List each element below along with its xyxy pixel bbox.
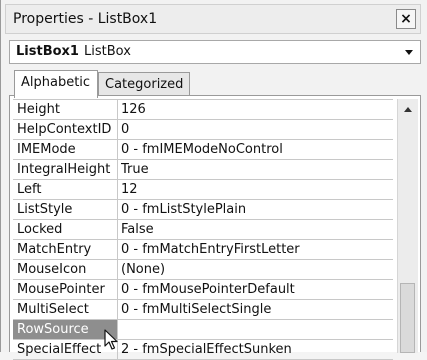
scroll-up-arrow-icon[interactable] [404, 107, 412, 112]
property-grid: Height 126 HelpContextID 0 IMEMode 0 - f… [13, 99, 393, 360]
property-row-helpcontextid[interactable]: HelpContextID 0 [13, 120, 393, 140]
property-value[interactable]: False [121, 220, 393, 239]
object-type: ListBox [84, 44, 131, 59]
property-row-liststyle[interactable]: ListStyle 0 - fmListStylePlain [13, 200, 393, 220]
property-name[interactable]: HelpContextID [13, 120, 118, 139]
property-name[interactable]: Left [13, 180, 118, 199]
property-row-multiselect[interactable]: MultiSelect 0 - fmMultiSelectSingle [13, 300, 393, 320]
object-selector-dropdown[interactable]: ListBox1 ListBox [9, 40, 421, 64]
property-value[interactable]: 0 [121, 120, 393, 139]
close-button[interactable]: × [396, 9, 416, 29]
property-name[interactable]: SpecialEffect [13, 340, 118, 359]
property-row-mousepointer[interactable]: MousePointer 0 - fmMousePointerDefault [13, 280, 393, 300]
property-row-matchentry[interactable]: MatchEntry 0 - fmMatchEntryFirstLetter [13, 240, 393, 260]
property-row-left[interactable]: Left 12 [13, 180, 393, 200]
window-title: Properties - ListBox1 [13, 11, 158, 27]
property-row-imemode[interactable]: IMEMode 0 - fmIMEModeNoControl [13, 140, 393, 160]
property-name[interactable]: Locked [13, 220, 118, 239]
mouse-pointer-icon [104, 329, 118, 350]
property-value[interactable]: True [121, 160, 393, 179]
property-value[interactable]: 12 [121, 180, 393, 199]
property-value[interactable]: 0 - fmMatchEntryFirstLetter [121, 240, 393, 259]
property-value-input[interactable] [121, 320, 393, 339]
scrollbar-thumb[interactable] [400, 283, 415, 353]
property-value[interactable]: 0 - fmMultiSelectSingle [121, 300, 393, 319]
title-bar[interactable]: Properties - ListBox1 × [5, 4, 421, 34]
property-row-rowsource[interactable]: RowSource [13, 320, 393, 340]
property-value[interactable]: 2 - fmSpecialEffectSunken [121, 340, 393, 359]
tab-alphabetic[interactable]: Alphabetic [14, 70, 98, 98]
object-name: ListBox1 [16, 44, 79, 59]
property-name[interactable]: RowSource [13, 320, 118, 339]
property-name[interactable]: MouseIcon [13, 260, 118, 279]
property-value[interactable]: 0 - fmListStylePlain [121, 200, 393, 219]
property-name[interactable]: IMEMode [13, 140, 118, 159]
chevron-down-icon[interactable] [405, 50, 413, 55]
tab-categorized[interactable]: Categorized [98, 72, 190, 96]
property-name[interactable]: ListStyle [13, 200, 118, 219]
property-grid-panel: Height 126 HelpContextID 0 IMEMode 0 - f… [9, 95, 421, 360]
property-row-integralheight[interactable]: IntegralHeight True [13, 160, 393, 180]
property-value[interactable]: (None) [121, 260, 393, 279]
property-name[interactable]: MultiSelect [13, 300, 118, 319]
property-row-mouseicon[interactable]: MouseIcon (None) [13, 260, 393, 280]
close-icon: × [400, 11, 412, 27]
properties-window: Properties - ListBox1 × ListBox1 ListBox… [0, 0, 427, 360]
property-row-locked[interactable]: Locked False [13, 220, 393, 240]
vertical-scrollbar[interactable] [397, 99, 418, 353]
property-value[interactable]: 126 [121, 100, 393, 119]
property-row-specialeffect[interactable]: SpecialEffect 2 - fmSpecialEffectSunken [13, 340, 393, 360]
property-value[interactable]: 0 - fmIMEModeNoControl [121, 140, 393, 159]
property-name[interactable]: IntegralHeight [13, 160, 118, 179]
property-row-height[interactable]: Height 126 [13, 100, 393, 120]
property-name[interactable]: Height [13, 100, 118, 119]
property-name[interactable]: MatchEntry [13, 240, 118, 259]
property-name[interactable]: MousePointer [13, 280, 118, 299]
property-value[interactable]: 0 - fmMousePointerDefault [121, 280, 393, 299]
